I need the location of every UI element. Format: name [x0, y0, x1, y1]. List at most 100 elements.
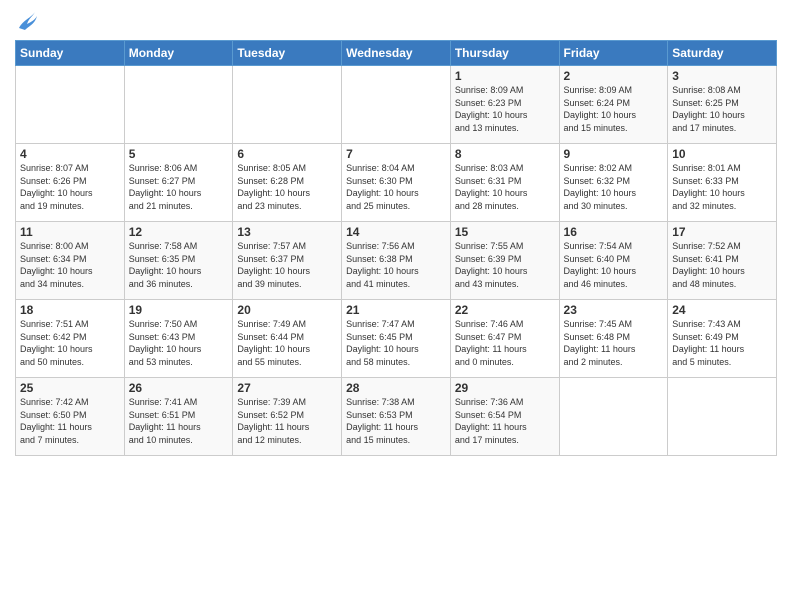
day-cell: 16 Sunrise: 7:54 AM Sunset: 6:40 PM Dayli…: [559, 222, 668, 300]
weekday-header-friday: Friday: [559, 41, 668, 66]
weekday-header-tuesday: Tuesday: [233, 41, 342, 66]
day-cell: 21 Sunrise: 7:47 AM Sunset: 6:45 PM Dayli…: [342, 300, 451, 378]
weekday-header-wednesday: Wednesday: [342, 41, 451, 66]
day-detail: Sunrise: 7:51 AM Sunset: 6:42 PM Dayligh…: [20, 319, 93, 367]
day-detail: Sunrise: 7:55 AM Sunset: 6:39 PM Dayligh…: [455, 241, 528, 289]
logo-bird-icon: [17, 10, 37, 34]
day-cell: 13Sunrise: 7:57 AM Sunset: 6:37 PM Dayli…: [233, 222, 342, 300]
day-number: 22: [455, 303, 555, 317]
day-cell: 12 Sunrise: 7:58 AM Sunset: 6:35 PM Dayli…: [124, 222, 233, 300]
day-cell: 8 Sunrise: 8:03 AM Sunset: 6:31 PM Daylig…: [450, 144, 559, 222]
day-number: 16: [564, 225, 664, 239]
day-number: 17: [672, 225, 772, 239]
day-detail: Sunrise: 8:06 AM Sunset: 6:27 PM Dayligh…: [129, 163, 202, 211]
day-number: 13: [237, 225, 337, 239]
day-cell: 27 Sunrise: 7:39 AM Sunset: 6:52 PM Dayli…: [233, 378, 342, 456]
day-number: 19: [129, 303, 229, 317]
day-detail: Sunrise: 7:36 AM Sunset: 6:54 PM Dayligh…: [455, 397, 527, 445]
day-number: 2: [564, 69, 664, 83]
day-number: 24: [672, 303, 772, 317]
day-cell: [124, 66, 233, 144]
day-cell: 24 Sunrise: 7:43 AM Sunset: 6:49 PM Dayli…: [668, 300, 777, 378]
day-cell: 14 Sunrise: 7:56 AM Sunset: 6:38 PM Dayli…: [342, 222, 451, 300]
day-number: 26: [129, 381, 229, 395]
day-number: 11: [20, 225, 120, 239]
day-detail: Sunrise: 8:02 AM Sunset: 6:32 PM Dayligh…: [564, 163, 637, 211]
day-number: 4: [20, 147, 120, 161]
day-detail: Sunrise: 8:03 AM Sunset: 6:31 PM Dayligh…: [455, 163, 528, 211]
day-number: 12: [129, 225, 229, 239]
day-number: 6: [237, 147, 337, 161]
day-number: 9: [564, 147, 664, 161]
day-cell: 22 Sunrise: 7:46 AM Sunset: 6:47 PM Dayli…: [450, 300, 559, 378]
day-cell: 18Sunrise: 7:51 AM Sunset: 6:42 PM Dayli…: [16, 300, 125, 378]
day-number: 7: [346, 147, 446, 161]
calendar-table: SundayMondayTuesdayWednesdayThursdayFrid…: [15, 40, 777, 456]
day-number: 15: [455, 225, 555, 239]
day-detail: Sunrise: 7:45 AM Sunset: 6:48 PM Dayligh…: [564, 319, 636, 367]
day-cell: 5 Sunrise: 8:06 AM Sunset: 6:27 PM Daylig…: [124, 144, 233, 222]
weekday-header-monday: Monday: [124, 41, 233, 66]
day-cell: [342, 66, 451, 144]
day-detail: Sunrise: 8:09 AM Sunset: 6:23 PM Dayligh…: [455, 85, 528, 133]
weekday-header-row: SundayMondayTuesdayWednesdayThursdayFrid…: [16, 41, 777, 66]
header: [15, 10, 777, 34]
day-number: 10: [672, 147, 772, 161]
weekday-header-sunday: Sunday: [16, 41, 125, 66]
day-cell: 23 Sunrise: 7:45 AM Sunset: 6:48 PM Dayli…: [559, 300, 668, 378]
day-detail: Sunrise: 7:39 AM Sunset: 6:52 PM Dayligh…: [237, 397, 309, 445]
day-number: 8: [455, 147, 555, 161]
day-cell: 17 Sunrise: 7:52 AM Sunset: 6:41 PM Dayli…: [668, 222, 777, 300]
day-cell: 26 Sunrise: 7:41 AM Sunset: 6:51 PM Dayli…: [124, 378, 233, 456]
day-cell: 10Sunrise: 8:01 AM Sunset: 6:33 PM Dayli…: [668, 144, 777, 222]
day-detail: Sunrise: 8:00 AM Sunset: 6:34 PM Dayligh…: [20, 241, 93, 289]
weekday-header-thursday: Thursday: [450, 41, 559, 66]
page: SundayMondayTuesdayWednesdayThursdayFrid…: [0, 0, 792, 466]
day-number: 28: [346, 381, 446, 395]
day-detail: Sunrise: 8:04 AM Sunset: 6:30 PM Dayligh…: [346, 163, 419, 211]
day-number: 21: [346, 303, 446, 317]
day-detail: Sunrise: 8:05 AM Sunset: 6:28 PM Dayligh…: [237, 163, 310, 211]
week-row-4: 18Sunrise: 7:51 AM Sunset: 6:42 PM Dayli…: [16, 300, 777, 378]
day-detail: Sunrise: 7:46 AM Sunset: 6:47 PM Dayligh…: [455, 319, 527, 367]
day-detail: Sunrise: 7:52 AM Sunset: 6:41 PM Dayligh…: [672, 241, 745, 289]
day-number: 20: [237, 303, 337, 317]
day-detail: Sunrise: 8:09 AM Sunset: 6:24 PM Dayligh…: [564, 85, 637, 133]
day-cell: 4 Sunrise: 8:07 AM Sunset: 6:26 PM Daylig…: [16, 144, 125, 222]
week-row-5: 25Sunrise: 7:42 AM Sunset: 6:50 PM Dayli…: [16, 378, 777, 456]
day-cell: 3 Sunrise: 8:08 AM Sunset: 6:25 PM Daylig…: [668, 66, 777, 144]
day-number: 3: [672, 69, 772, 83]
day-detail: Sunrise: 7:54 AM Sunset: 6:40 PM Dayligh…: [564, 241, 637, 289]
day-cell: 29 Sunrise: 7:36 AM Sunset: 6:54 PM Dayli…: [450, 378, 559, 456]
day-detail: Sunrise: 7:41 AM Sunset: 6:51 PM Dayligh…: [129, 397, 201, 445]
day-cell: 7 Sunrise: 8:04 AM Sunset: 6:30 PM Daylig…: [342, 144, 451, 222]
day-detail: Sunrise: 8:07 AM Sunset: 6:26 PM Dayligh…: [20, 163, 93, 211]
week-row-2: 4 Sunrise: 8:07 AM Sunset: 6:26 PM Daylig…: [16, 144, 777, 222]
day-cell: 9 Sunrise: 8:02 AM Sunset: 6:32 PM Daylig…: [559, 144, 668, 222]
day-detail: Sunrise: 7:43 AM Sunset: 6:49 PM Dayligh…: [672, 319, 744, 367]
day-number: 14: [346, 225, 446, 239]
day-detail: Sunrise: 7:38 AM Sunset: 6:53 PM Dayligh…: [346, 397, 418, 445]
day-cell: [16, 66, 125, 144]
day-detail: Sunrise: 7:47 AM Sunset: 6:45 PM Dayligh…: [346, 319, 419, 367]
day-detail: Sunrise: 7:58 AM Sunset: 6:35 PM Dayligh…: [129, 241, 202, 289]
day-cell: 11 Sunrise: 8:00 AM Sunset: 6:34 PM Dayli…: [16, 222, 125, 300]
day-detail: Sunrise: 8:08 AM Sunset: 6:25 PM Dayligh…: [672, 85, 745, 133]
day-cell: 2 Sunrise: 8:09 AM Sunset: 6:24 PM Daylig…: [559, 66, 668, 144]
day-cell: [668, 378, 777, 456]
day-detail: Sunrise: 7:49 AM Sunset: 6:44 PM Dayligh…: [237, 319, 310, 367]
day-cell: 28 Sunrise: 7:38 AM Sunset: 6:53 PM Dayli…: [342, 378, 451, 456]
day-cell: 19Sunrise: 7:50 AM Sunset: 6:43 PM Dayli…: [124, 300, 233, 378]
day-detail: Sunrise: 7:42 AM Sunset: 6:50 PM Dayligh…: [20, 397, 92, 445]
day-detail: Sunrise: 7:56 AM Sunset: 6:38 PM Dayligh…: [346, 241, 419, 289]
day-number: 5: [129, 147, 229, 161]
weekday-header-saturday: Saturday: [668, 41, 777, 66]
day-cell: 1 Sunrise: 8:09 AM Sunset: 6:23 PM Daylig…: [450, 66, 559, 144]
day-cell: 15 Sunrise: 7:55 AM Sunset: 6:39 PM Dayli…: [450, 222, 559, 300]
day-number: 1: [455, 69, 555, 83]
day-number: 27: [237, 381, 337, 395]
day-number: 23: [564, 303, 664, 317]
day-number: 29: [455, 381, 555, 395]
week-row-3: 11 Sunrise: 8:00 AM Sunset: 6:34 PM Dayli…: [16, 222, 777, 300]
day-cell: [233, 66, 342, 144]
